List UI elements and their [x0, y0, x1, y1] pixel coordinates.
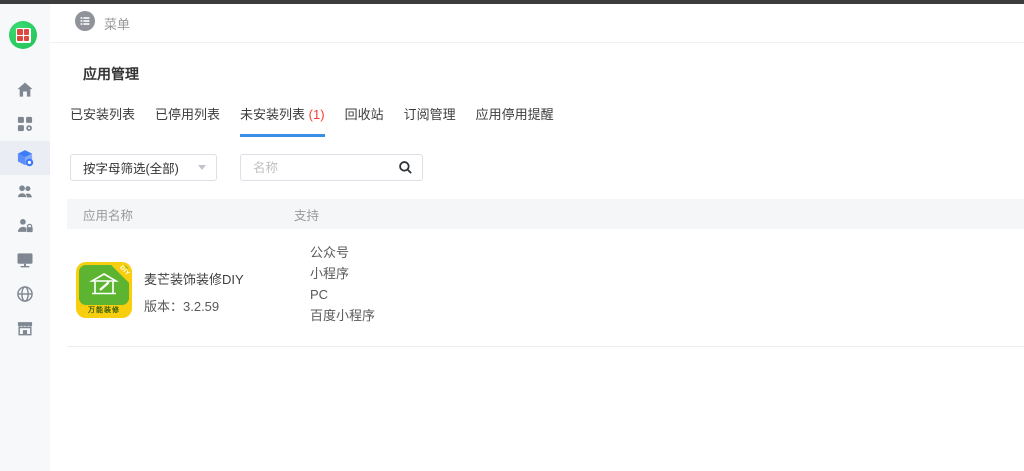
sidebar-item-terminal[interactable]: [0, 243, 50, 277]
table-header-row: 应用名称 支持: [67, 199, 1024, 229]
tab-installed-list[interactable]: 已安装列表: [70, 98, 135, 137]
column-header-app-name: 应用名称: [67, 205, 294, 224]
letter-filter-value: 按字母筛选(全部): [83, 158, 198, 177]
page-title: 应用管理: [83, 64, 1024, 84]
sidebar-item-store[interactable]: [0, 311, 50, 345]
chevron-down-icon: [198, 165, 206, 170]
app-cube-gear-icon: [15, 148, 35, 168]
sidebar-item-site[interactable]: [0, 277, 50, 311]
tab-app-disable-reminder[interactable]: 应用停用提醒: [476, 98, 554, 137]
menu-button[interactable]: 菜单: [75, 11, 130, 36]
name-search-box: [240, 154, 423, 181]
icon-banner: 万能装修: [76, 305, 132, 318]
search-icon[interactable]: [398, 160, 413, 175]
filter-row: 按字母筛选(全部): [70, 154, 1024, 181]
sidebar-item-app-management[interactable]: [0, 141, 50, 175]
tab-subscription-management[interactable]: 订阅管理: [404, 98, 456, 137]
tab-count-badge: (1): [309, 107, 325, 122]
menu-label: 菜单: [104, 14, 130, 33]
sidebar-nav: [0, 73, 50, 345]
table-row[interactable]: DIY 万能装修 麦芒装饰装修DIY 版本：3.2.59 公众号 小程序 PC …: [67, 229, 1024, 347]
support-item: 百度小程序: [310, 305, 1024, 326]
sidebar: [0, 4, 50, 471]
app-text-block: 麦芒装饰装修DIY 版本：3.2.59: [144, 269, 244, 346]
store-icon: [15, 318, 35, 338]
home-icon: [15, 80, 35, 100]
tab-disabled-list[interactable]: 已停用列表: [155, 98, 220, 137]
top-header-bar: 菜单: [50, 4, 1024, 43]
support-item: PC: [310, 284, 1024, 305]
tab-recycle-bin[interactable]: 回收站: [345, 98, 384, 137]
column-header-support: 支持: [294, 205, 1024, 224]
main-content: 应用管理 已安装列表 已停用列表 未安装列表 (1) 回收站 订阅管理 应用停用…: [50, 43, 1024, 471]
sidebar-item-apps[interactable]: [0, 107, 50, 141]
monitor-icon: [15, 250, 35, 270]
apps-icon: [15, 114, 35, 134]
sidebar-item-users[interactable]: [0, 175, 50, 209]
globe-icon: [15, 284, 35, 304]
brand-seal-icon: [16, 28, 31, 43]
apps-table: 应用名称 支持: [50, 199, 1024, 347]
support-cell: 公众号 小程序 PC 百度小程序: [310, 229, 1024, 346]
tab-uninstalled-list[interactable]: 未安装列表 (1): [240, 98, 325, 137]
menu-list-icon: [75, 11, 95, 36]
name-search-input[interactable]: [253, 161, 398, 175]
tab-bar: 已安装列表 已停用列表 未安装列表 (1) 回收站 订阅管理 应用停用提醒: [70, 98, 1024, 137]
app-icon: DIY 万能装修: [76, 262, 132, 318]
app-version: 版本：3.2.59: [144, 296, 244, 315]
letter-filter-select[interactable]: 按字母筛选(全部): [70, 154, 217, 181]
support-item: 公众号: [310, 242, 1024, 263]
support-item: 小程序: [310, 263, 1024, 284]
app-name-cell: DIY 万能装修 麦芒装饰装修DIY 版本：3.2.59: [67, 229, 310, 346]
user-lock-icon: [15, 216, 35, 236]
app-name: 麦芒装饰装修DIY: [144, 269, 244, 288]
sidebar-item-permissions[interactable]: [0, 209, 50, 243]
sidebar-item-home[interactable]: [0, 73, 50, 107]
app-window: 菜单 应用管理 已安装列表 已停用列表 未安装列表 (1) 回收站 订阅管理 应…: [0, 0, 1024, 471]
users-icon: [15, 182, 35, 202]
brand-logo[interactable]: [9, 21, 37, 49]
